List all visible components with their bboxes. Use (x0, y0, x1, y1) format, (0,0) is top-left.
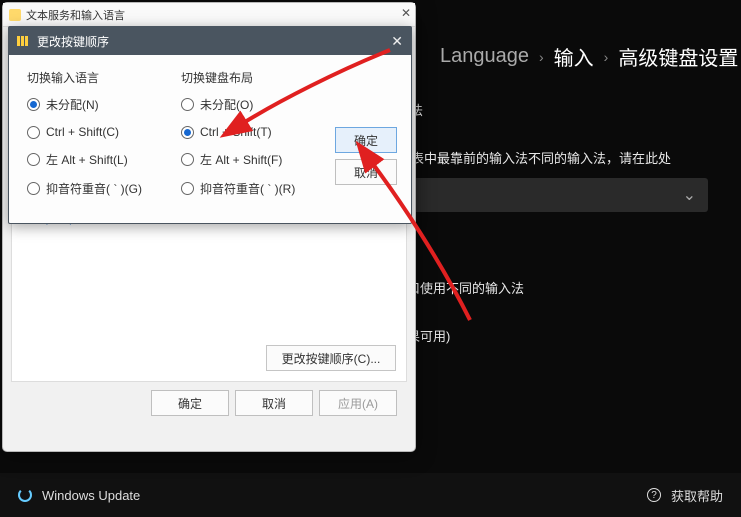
switch-input-language-group: 切换输入语言 未分配(N) Ctrl + Shift(C) 左 Alt + Sh… (27, 69, 165, 209)
radio-icon (181, 182, 194, 195)
radio-ctrl-shift-t[interactable]: Ctrl + Shift(T) (181, 125, 319, 139)
radio-icon (27, 126, 40, 139)
radio-label: Ctrl + Shift(C) (46, 125, 119, 139)
radio-label: 未分配(N) (46, 96, 99, 113)
cancel-button[interactable]: 取消 (235, 390, 313, 416)
breadcrumb: Language › 输入 › 高级键盘设置 (440, 42, 738, 71)
change-key-sequence-dialog: 更改按键顺序 ✕ 切换输入语言 未分配(N) Ctrl + Shift(C) 左… (8, 26, 412, 224)
group-header: 切换输入语言 (27, 69, 165, 86)
switch-keyboard-layout-group: 切换键盘布局 未分配(O) Ctrl + Shift(T) 左 Alt + Sh… (181, 69, 319, 209)
change-key-sequence-button[interactable]: 更改按键顺序(C)... (266, 345, 396, 371)
radio-label: 左 Alt + Shift(F) (200, 151, 282, 168)
radio-grave-accent-r[interactable]: 抑音符重音( ` )(R) (181, 180, 319, 197)
radio-icon (181, 126, 194, 139)
breadcrumb-advanced: 高级键盘设置 (618, 42, 738, 71)
radio-unassigned-n[interactable]: 未分配(N) (27, 96, 165, 113)
get-help-link[interactable]: 获取帮助 (671, 486, 723, 505)
radio-label: 抑音符重音( ` )(G) (46, 180, 142, 197)
sync-icon (18, 488, 32, 502)
footer: Windows Update ? 获取帮助 (0, 473, 741, 517)
keyboard-icon (17, 36, 31, 46)
close-icon[interactable]: ✕ (401, 6, 411, 20)
chevron-right-icon: › (604, 49, 609, 65)
group-header: 切换键盘布局 (181, 69, 319, 86)
radio-icon (181, 153, 194, 166)
cancel-button[interactable]: 取消 (335, 159, 397, 185)
apply-button[interactable]: 应用(A) (319, 390, 397, 416)
radio-label: 未分配(O) (200, 96, 253, 113)
radio-ctrl-shift-c[interactable]: Ctrl + Shift(C) (27, 125, 165, 139)
dialog-titlebar[interactable]: 更改按键顺序 ✕ (9, 27, 411, 55)
radio-label: 抑音符重音( ` )(R) (200, 180, 295, 197)
language-dropdown[interactable]: ⌄ (398, 178, 708, 212)
close-icon[interactable]: ✕ (391, 33, 403, 50)
radio-left-alt-shift-l[interactable]: 左 Alt + Shift(L) (27, 151, 165, 168)
radio-icon (27, 98, 40, 111)
ok-button[interactable]: 确定 (151, 390, 229, 416)
ok-button[interactable]: 确定 (335, 127, 397, 153)
breadcrumb-input[interactable]: 输入 (554, 42, 594, 71)
app-icon (9, 9, 21, 21)
radio-left-alt-shift-f[interactable]: 左 Alt + Shift(F) (181, 151, 319, 168)
chevron-right-icon: › (539, 49, 544, 65)
radio-icon (27, 182, 40, 195)
chevron-down-icon: ⌄ (683, 185, 696, 205)
radio-icon (181, 98, 194, 111)
dialog-title: 文本服务和输入语言 (26, 7, 125, 23)
radio-icon (27, 153, 40, 166)
radio-unassigned-o[interactable]: 未分配(O) (181, 96, 319, 113)
radio-grave-accent-g[interactable]: 抑音符重音( ` )(G) (27, 180, 165, 197)
radio-label: Ctrl + Shift(T) (200, 125, 272, 139)
windows-update-link[interactable]: Windows Update (42, 488, 140, 503)
help-icon: ? (647, 488, 661, 502)
section-text: 列表中最靠前的输入法不同的输入法，请在此处 (398, 148, 671, 167)
dialog-titlebar: 文本服务和输入语言 ✕ (3, 3, 415, 27)
breadcrumb-language[interactable]: Language (440, 45, 529, 68)
dialog-title: 更改按键顺序 (37, 33, 109, 50)
radio-label: 左 Alt + Shift(L) (46, 151, 128, 168)
